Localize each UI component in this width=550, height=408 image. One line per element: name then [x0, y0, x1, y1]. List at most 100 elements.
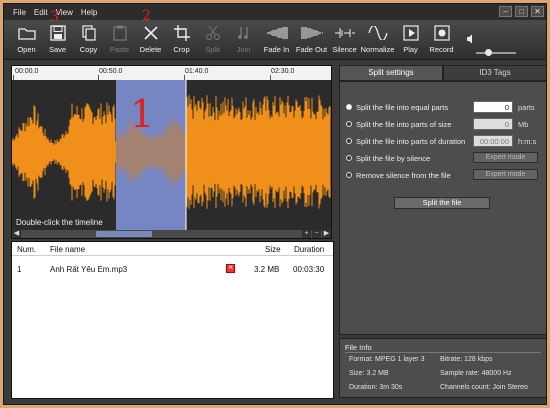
- paste-button[interactable]: Paste: [104, 20, 135, 59]
- save-disk-icon: [47, 25, 69, 41]
- menu-help[interactable]: Help: [81, 8, 97, 17]
- column-header-filename[interactable]: File name: [50, 245, 85, 254]
- remove-file-icon[interactable]: [226, 262, 235, 273]
- close-button[interactable]: ✕: [531, 6, 544, 17]
- file-size: Size: 3.2 MB: [349, 370, 389, 377]
- join-button[interactable]: Join: [228, 20, 259, 59]
- copy-button[interactable]: Copy: [73, 20, 104, 59]
- column-header-size[interactable]: Size: [265, 245, 281, 254]
- waveform-area[interactable]: 1 Double-click the timeline: [12, 80, 331, 230]
- tab-id3-tags[interactable]: ID3 Tags: [443, 65, 546, 81]
- size-input[interactable]: 0: [473, 118, 513, 130]
- row-duration: 00:03:30: [293, 265, 325, 274]
- table-row[interactable]: 1 Anh Rất Yêu Em.mp3 3.2 MB 00:03:30: [12, 262, 333, 276]
- radio-silence[interactable]: [346, 155, 352, 161]
- option-size[interactable]: Split the file into parts of size: [346, 118, 451, 130]
- save-button[interactable]: Save: [42, 20, 73, 59]
- join-icon: [233, 25, 255, 41]
- radio-size[interactable]: [346, 121, 352, 127]
- menu-edit[interactable]: Edit: [34, 8, 48, 17]
- minimize-button[interactable]: –: [499, 6, 512, 17]
- annotation-number: 2: [142, 8, 151, 24]
- option-remove-silence[interactable]: Remove silence from the file: [346, 169, 451, 181]
- option-silence[interactable]: Split the file by silence: [346, 152, 430, 164]
- expert-mode-button[interactable]: Expert mode: [473, 152, 538, 163]
- volume-control[interactable]: [467, 34, 536, 60]
- expert-mode-button[interactable]: Expert mode: [473, 169, 538, 180]
- open-button[interactable]: Open: [11, 20, 42, 59]
- timeline-tick-label: 00:50.0: [99, 68, 123, 75]
- toolbar: Open Save Copy Paste Delete Crop Split J…: [4, 20, 546, 60]
- file-info-title: File Info: [345, 343, 372, 352]
- speaker-icon: [467, 34, 472, 44]
- play-button[interactable]: Play: [395, 20, 426, 59]
- duration-unit: h:m:s: [518, 137, 537, 146]
- row-size: 3.2 MB: [254, 265, 280, 274]
- zoom-out-button[interactable]: −: [312, 230, 321, 238]
- annotation-number: 3: [50, 9, 59, 25]
- timeline-tick-label: 01:40.0: [185, 68, 209, 75]
- volume-knob[interactable]: [485, 49, 492, 56]
- split-settings-panel: Split the file into equal parts 0 parts …: [339, 81, 546, 335]
- radio-remove-silence[interactable]: [346, 172, 352, 178]
- table-header: Num. File name Size Duration: [12, 242, 333, 256]
- scrollbar-thumb[interactable]: [96, 231, 152, 237]
- delete-button[interactable]: Delete: [135, 20, 166, 59]
- timeline-tick-label: 02:30.0: [271, 68, 295, 75]
- split-file-button[interactable]: Split the file: [394, 197, 490, 209]
- timeline-tick-label: 00:00.0: [15, 68, 39, 75]
- open-folder-icon: [16, 25, 38, 41]
- delete-x-icon: [140, 25, 162, 41]
- radio-duration[interactable]: [346, 138, 352, 144]
- size-unit: Mb: [518, 120, 529, 129]
- silence-icon: [334, 25, 356, 41]
- fade-in-button[interactable]: Fade In: [259, 20, 294, 59]
- timeline-ruler[interactable]: 00:00.0 00:50.0 01:40.0 02:30.0: [12, 66, 331, 80]
- settings-tabs: Split settings ID3 Tags: [339, 65, 546, 81]
- row-num: 1: [17, 265, 22, 274]
- column-header-duration[interactable]: Duration: [294, 245, 324, 254]
- record-button[interactable]: Record: [426, 20, 457, 59]
- normalize-icon: [367, 25, 389, 41]
- fade-out-icon: [301, 25, 323, 41]
- file-duration: Duration: 3m 30s: [349, 384, 403, 391]
- copy-icon: [78, 25, 100, 41]
- normalize-button[interactable]: Normalize: [360, 20, 395, 59]
- row-filename: Anh Rất Yêu Em.mp3: [50, 265, 128, 274]
- divider: [345, 352, 541, 353]
- duration-input[interactable]: 00:00:00: [473, 135, 513, 147]
- tab-split-settings[interactable]: Split settings: [339, 65, 443, 81]
- file-table: Num. File name Size Duration 1 Anh Rất Y…: [11, 241, 334, 399]
- file-channels: Channels count: Join Stereo: [440, 384, 528, 391]
- horizontal-scrollbar[interactable]: ◀ + − ▶: [12, 230, 331, 238]
- maximize-button[interactable]: □: [515, 6, 528, 17]
- file-info-panel: File Info Format: MPEG 1 layer 3 Bitrate…: [339, 338, 546, 398]
- crop-icon: [171, 25, 193, 41]
- record-icon: [431, 25, 453, 41]
- option-duration[interactable]: Split the file into parts of duration: [346, 135, 465, 147]
- scroll-left-button[interactable]: ◀: [12, 230, 21, 238]
- split-button[interactable]: Split: [197, 20, 228, 59]
- fade-out-button[interactable]: Fade Out: [294, 20, 329, 59]
- paste-icon: [109, 25, 131, 41]
- crop-button[interactable]: Crop: [166, 20, 197, 59]
- volume-slider[interactable]: [476, 49, 516, 56]
- silence-button[interactable]: Silence: [329, 20, 360, 59]
- file-sample-rate: Sample rate: 48000 Hz: [440, 370, 512, 377]
- scroll-right-button[interactable]: ▶: [322, 230, 331, 238]
- parts-input[interactable]: 0: [473, 101, 513, 113]
- waveform: [12, 80, 331, 230]
- option-equal-parts[interactable]: Split the file into equal parts: [346, 101, 448, 113]
- annotation-number: 1: [130, 92, 155, 136]
- menu-bar: File Edit View Help – □ ✕: [4, 4, 546, 20]
- column-header-num[interactable]: Num.: [17, 245, 36, 254]
- radio-equal-parts[interactable]: [346, 104, 352, 110]
- app-window: File Edit View Help – □ ✕ Open Save Copy…: [3, 3, 547, 405]
- timeline-hint: Double-click the timeline: [16, 218, 103, 227]
- play-icon: [400, 25, 422, 41]
- parts-unit: parts: [518, 103, 535, 112]
- waveform-panel: 00:00.0 00:50.0 01:40.0 02:30.0 1 Double…: [11, 65, 332, 239]
- file-format: Format: MPEG 1 layer 3: [349, 356, 425, 363]
- menu-file[interactable]: File: [13, 8, 26, 17]
- zoom-in-button[interactable]: +: [302, 230, 311, 238]
